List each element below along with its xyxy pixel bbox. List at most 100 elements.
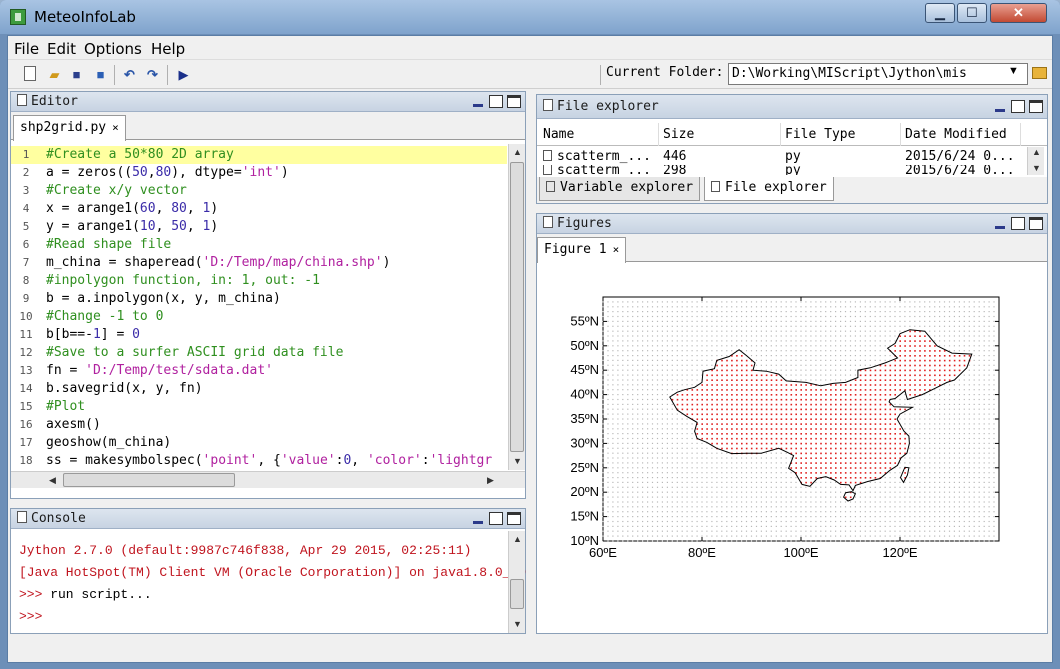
code-line[interactable]: 2a = zeros((50,80), dtype='int') bbox=[11, 164, 507, 182]
menu-edit[interactable]: Edit bbox=[47, 40, 76, 58]
console-input[interactable]: >>> bbox=[19, 609, 42, 624]
scroll-thumb[interactable] bbox=[510, 579, 524, 609]
data-point-inside bbox=[844, 452, 847, 455]
data-point-inside bbox=[795, 462, 797, 464]
data-point-inside bbox=[849, 408, 852, 411]
code-line[interactable]: 6 #Read shape file bbox=[11, 236, 507, 254]
open-folder-icon[interactable]: ▰ bbox=[46, 66, 63, 83]
undock-icon[interactable] bbox=[1011, 217, 1025, 230]
data-point-outside bbox=[825, 496, 827, 498]
console-vertical-scrollbar[interactable]: ▲ ▼ bbox=[508, 531, 525, 633]
code-line[interactable]: 8 #inpolygon function, in: 1, out: -1 bbox=[11, 272, 507, 290]
scroll-right-icon[interactable]: ▶ bbox=[487, 475, 494, 486]
maximize-button[interactable]: ☐ bbox=[957, 3, 987, 23]
column-header-file-type[interactable]: File Type bbox=[781, 123, 901, 146]
column-header-name[interactable]: Name bbox=[539, 123, 659, 146]
code-line[interactable]: 13 fn = 'D:/Temp/test/sdata.dat' bbox=[11, 362, 507, 380]
close-tab-icon[interactable]: × bbox=[613, 243, 620, 256]
column-header-date-modified[interactable]: Date Modified bbox=[901, 123, 1021, 146]
data-point-outside bbox=[666, 428, 668, 430]
code-line[interactable]: 1 #Create a 50*80 2D array bbox=[11, 146, 507, 164]
code-line[interactable]: 17 geoshow(m_china) bbox=[11, 434, 507, 452]
data-point-outside bbox=[642, 418, 644, 420]
scroll-down-icon[interactable]: ▼ bbox=[513, 456, 522, 466]
run-script-icon[interactable]: ▶ bbox=[175, 66, 192, 83]
data-point-outside bbox=[983, 301, 985, 303]
data-point-outside bbox=[750, 315, 753, 318]
code-line[interactable]: 14 b.savegrid(x, y, fn) bbox=[11, 380, 507, 398]
code-line[interactable]: 15 #Plot bbox=[11, 398, 507, 416]
code-line[interactable]: 9b = a.inpolygon(x, y, m_china) bbox=[11, 290, 507, 308]
scroll-up-icon[interactable]: ▲ bbox=[1032, 147, 1041, 157]
scroll-up-icon[interactable]: ▲ bbox=[513, 534, 522, 544]
undock-icon[interactable] bbox=[489, 95, 503, 108]
redo-icon[interactable]: ↷ bbox=[144, 66, 161, 83]
undock-icon[interactable] bbox=[489, 512, 503, 525]
code-line[interactable]: 3 #Create x/y vector bbox=[11, 182, 507, 200]
code-line[interactable]: 10 #Change -1 to 0 bbox=[11, 308, 507, 326]
minimize-button[interactable]: ▁ bbox=[925, 3, 955, 23]
data-point-outside bbox=[632, 433, 634, 435]
new-file-icon[interactable] bbox=[24, 66, 36, 81]
data-point-outside bbox=[656, 540, 659, 542]
data-point-outside bbox=[617, 457, 619, 459]
undock-icon[interactable] bbox=[1011, 100, 1025, 113]
data-point-outside bbox=[617, 447, 619, 449]
scroll-left-icon[interactable]: ◀ bbox=[49, 475, 56, 486]
code-line[interactable]: 12 #Save to a surfer ASCII grid data file bbox=[11, 344, 507, 362]
h-scroll-thumb[interactable] bbox=[63, 473, 235, 487]
editor-vertical-scrollbar[interactable]: ▲ ▼ bbox=[508, 144, 525, 470]
minimize-icon[interactable] bbox=[993, 100, 1007, 113]
data-point-outside bbox=[607, 501, 609, 503]
code-line[interactable]: 16 axesm() bbox=[11, 416, 507, 434]
close-tab-icon[interactable]: × bbox=[112, 121, 119, 134]
data-point-outside bbox=[953, 520, 955, 523]
minimize-icon[interactable] bbox=[471, 512, 485, 525]
minimize-icon[interactable] bbox=[471, 95, 485, 108]
data-point-inside bbox=[701, 408, 703, 411]
menu-options[interactable]: Options bbox=[84, 40, 142, 58]
code-line[interactable]: 18 ss = makesymbolspec('point', {'value':… bbox=[11, 452, 507, 470]
tab-variable-explorer[interactable]: Variable explorer bbox=[539, 177, 701, 201]
code-area[interactable]: 1 #Create a 50*80 2D array 2 a = zeros((50,… bbox=[11, 144, 507, 470]
close-button[interactable]: ✕ bbox=[990, 3, 1047, 23]
browse-folder-icon[interactable] bbox=[1032, 67, 1047, 79]
scroll-down-icon[interactable]: ▼ bbox=[513, 619, 522, 629]
tab-shp2grid[interactable]: shp2grid.py × bbox=[13, 115, 126, 141]
maximize-icon[interactable] bbox=[507, 512, 521, 525]
data-point-outside bbox=[686, 501, 688, 503]
code-line[interactable]: 11 b[b==-1] = 0 bbox=[11, 326, 507, 344]
menu-help[interactable]: Help bbox=[151, 40, 185, 58]
data-point-inside bbox=[741, 389, 743, 391]
code-line[interactable]: 5y = arange1(10, 50, 1) bbox=[11, 218, 507, 236]
save-all-icon[interactable]: ■ bbox=[92, 66, 109, 83]
data-point-outside bbox=[835, 345, 837, 347]
editor-horizontal-scrollbar[interactable]: ◀ ▶ bbox=[11, 471, 525, 488]
minimize-icon[interactable] bbox=[993, 217, 1007, 230]
chevron-down-icon[interactable]: ▼ bbox=[1008, 65, 1019, 77]
tab-file-explorer[interactable]: File explorer bbox=[704, 177, 834, 201]
data-point-outside bbox=[686, 315, 688, 318]
current-folder-input[interactable]: D:\Working\MIScript\Jython\mis bbox=[728, 63, 1028, 85]
data-point-outside bbox=[978, 306, 980, 308]
data-point-outside bbox=[988, 369, 990, 371]
menu-file[interactable]: File bbox=[14, 40, 39, 58]
code-line[interactable]: 7 m_china = shaperead('D:/Temp/map/china.… bbox=[11, 254, 507, 272]
maximize-icon[interactable] bbox=[1029, 100, 1043, 113]
undo-icon[interactable]: ↶ bbox=[121, 66, 138, 83]
maximize-icon[interactable] bbox=[1029, 217, 1043, 230]
tab-figure-1[interactable]: Figure 1 × bbox=[537, 237, 627, 263]
data-point-outside bbox=[988, 418, 990, 420]
table-row[interactable]: scatterm_... bbox=[543, 149, 651, 164]
file-explorer-scrollbar[interactable]: ▲ ▼ bbox=[1027, 147, 1044, 175]
column-header-size[interactable]: Size bbox=[659, 123, 781, 146]
table-row[interactable]: scatterm_... bbox=[543, 165, 651, 175]
save-icon[interactable]: ■ bbox=[68, 66, 85, 83]
scroll-thumb[interactable] bbox=[510, 162, 524, 452]
code-line[interactable]: 4x = arange1(60, 80, 1) bbox=[11, 200, 507, 218]
scroll-down-icon[interactable]: ▼ bbox=[1032, 163, 1041, 173]
maximize-icon[interactable] bbox=[507, 95, 521, 108]
figure-canvas[interactable]: 60ºE 80ºE 100ºE 120ºE10ºN15ºN20ºN25ºN30ºN35… bbox=[537, 263, 1047, 633]
scroll-up-icon[interactable]: ▲ bbox=[513, 147, 522, 157]
data-point-outside bbox=[622, 350, 624, 352]
